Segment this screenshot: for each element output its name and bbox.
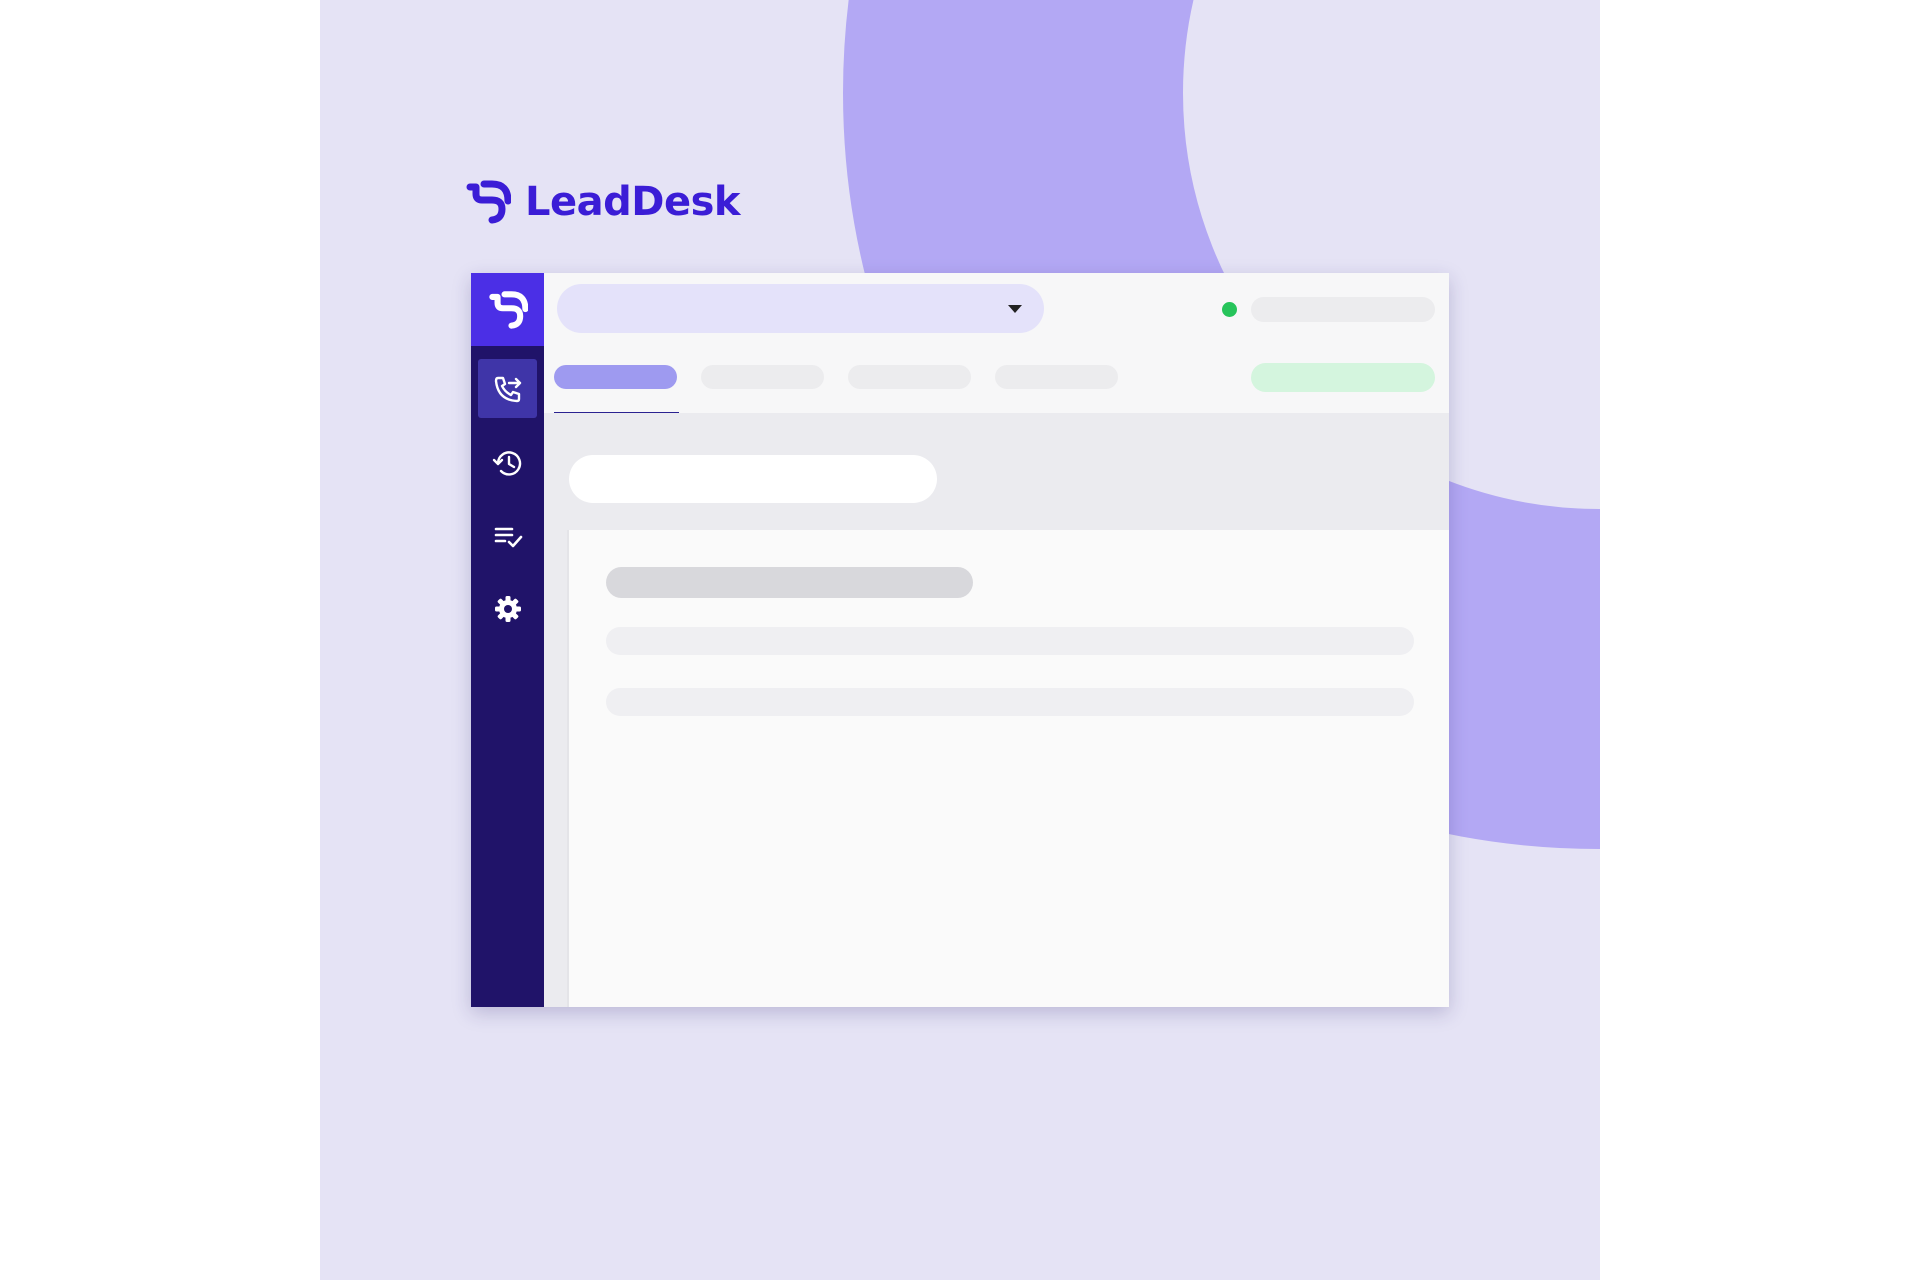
sidebar-item-tasks[interactable] — [478, 506, 537, 565]
sidebar-item-settings[interactable] — [478, 579, 537, 638]
chevron-down-icon — [1008, 305, 1022, 313]
sidebar-logo[interactable] — [471, 273, 544, 346]
card-title-placeholder — [606, 567, 973, 598]
sidebar-item-calls[interactable] — [478, 359, 537, 418]
phone-transfer-icon — [494, 376, 521, 402]
brand-name: LeadDesk — [525, 179, 740, 225]
detail-card — [569, 530, 1449, 1007]
status-indicator — [1222, 302, 1237, 317]
leaddesk-logo-icon — [466, 180, 511, 224]
sidebar-item-history[interactable] — [478, 433, 537, 492]
card-line-placeholder — [606, 688, 1414, 716]
gear-icon — [494, 595, 521, 622]
action-button[interactable] — [1251, 363, 1435, 392]
promo-background: LeadDesk — [320, 0, 1600, 1280]
topbar — [544, 273, 1449, 415]
app-window — [471, 273, 1449, 1007]
history-icon — [492, 450, 521, 476]
sidebar — [471, 273, 544, 1007]
brand-header: LeadDesk — [465, 177, 740, 227]
checklist-icon — [494, 527, 522, 547]
search-input[interactable] — [569, 455, 937, 503]
campaign-selector[interactable] — [557, 284, 1044, 333]
content-area — [544, 413, 1449, 1007]
tab-4[interactable] — [995, 365, 1118, 389]
tab-3[interactable] — [848, 365, 971, 389]
leaddesk-logo-icon — [488, 290, 528, 329]
tab-1[interactable] — [554, 365, 677, 389]
status-placeholder — [1251, 297, 1435, 322]
page: LeadDesk — [0, 0, 1920, 1280]
tab-2[interactable] — [701, 365, 824, 389]
card-line-placeholder — [606, 627, 1414, 655]
